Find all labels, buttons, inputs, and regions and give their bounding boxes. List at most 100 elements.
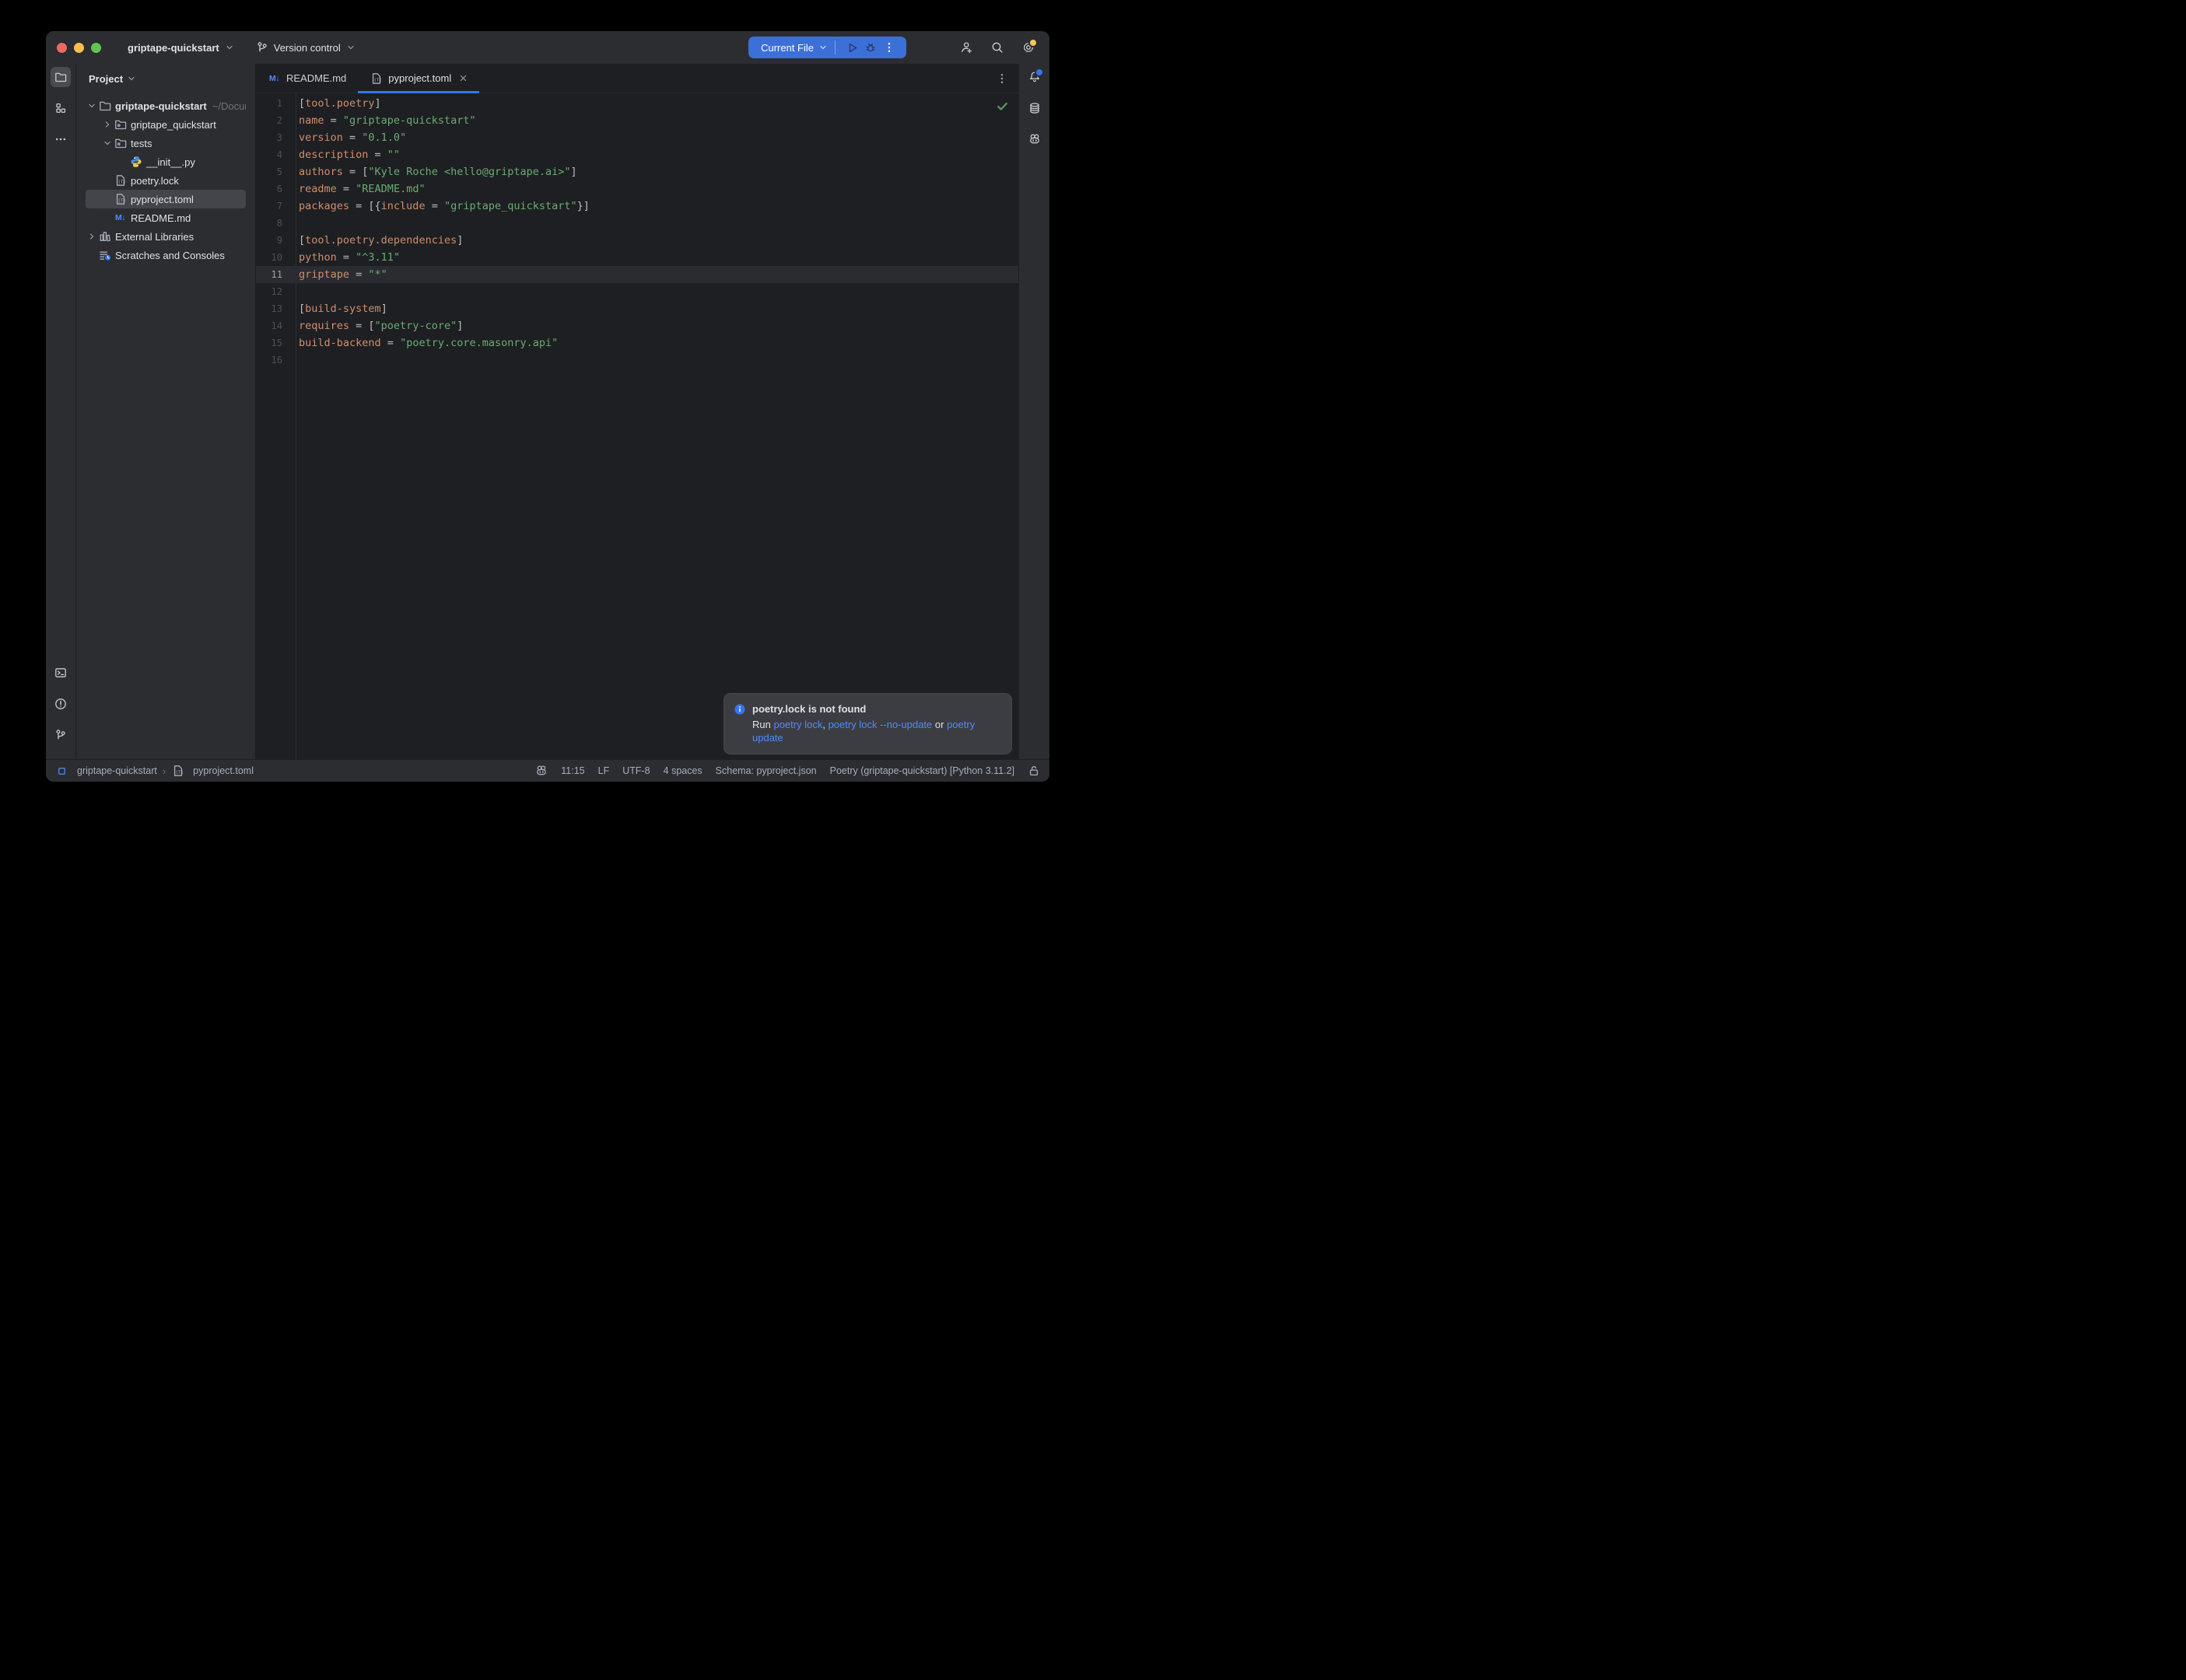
code-line-15[interactable]: 15build-backend = "poetry.core.masonry.a… <box>256 334 1018 352</box>
code-line-7[interactable]: 7packages = [{include = "griptape_quicks… <box>256 198 1018 215</box>
editor-tab-readme-md[interactable]: M↓README.md <box>256 64 358 93</box>
chevron-down-icon[interactable] <box>818 43 828 52</box>
tool-stripe-ai-assistant-button[interactable] <box>1025 129 1045 149</box>
line-number[interactable]: 2 <box>256 115 296 126</box>
tool-stripe-notifications-button[interactable] <box>1025 67 1045 87</box>
tool-stripe-version-control-button[interactable] <box>51 725 71 745</box>
status-file-encoding[interactable]: UTF-8 <box>622 765 650 776</box>
toml-icon: [T] <box>370 72 383 85</box>
code-line-14[interactable]: 14requires = ["poetry-core"] <box>256 317 1018 334</box>
token-str: "poetry-core" <box>375 320 457 332</box>
tool-stripe-problems-button[interactable] <box>51 694 71 714</box>
run-widget: Current File <box>748 37 906 58</box>
run-button[interactable] <box>843 38 861 57</box>
code-line-8[interactable]: 8 <box>256 215 1018 232</box>
tree-item-griptape-quickstart[interactable]: griptape_quickstart <box>86 115 246 134</box>
line-number[interactable]: 6 <box>256 184 296 194</box>
project-widget-button[interactable]: griptape-quickstart <box>121 39 240 57</box>
breadcrumb-griptape-quickstart[interactable]: griptape-quickstart <box>55 765 157 776</box>
status-line-separator[interactable]: LF <box>598 765 610 776</box>
line-number[interactable]: 11 <box>256 269 296 280</box>
code-line-9[interactable]: 9[tool.poetry.dependencies] <box>256 232 1018 249</box>
code-line-4[interactable]: 4description = "" <box>256 146 1018 163</box>
code-text: packages = [{include = "griptape_quickst… <box>296 200 590 212</box>
line-number[interactable]: 7 <box>256 201 296 212</box>
line-number[interactable]: 14 <box>256 320 296 331</box>
tool-stripe-database-button[interactable] <box>1025 98 1045 118</box>
more-run-options-button[interactable] <box>880 38 899 57</box>
run-configuration-selector[interactable]: Current File <box>761 42 814 54</box>
chevron-down-icon[interactable] <box>86 101 98 110</box>
tool-stripe-more-button[interactable] <box>51 129 71 149</box>
close-window-button[interactable] <box>57 43 67 53</box>
tree-item-scratches-and-consoles[interactable]: Scratches and Consoles <box>86 246 246 264</box>
code-line-10[interactable]: 10python = "^3.11" <box>256 249 1018 266</box>
line-number[interactable]: 16 <box>256 355 296 366</box>
tree-item-init-py[interactable]: __init__.py <box>86 152 246 171</box>
notification-link-poetry-lock-no-update[interactable]: poetry lock --no-update <box>829 719 933 730</box>
add-user-button[interactable] <box>956 37 976 58</box>
tool-stripe-structure-button[interactable] <box>51 98 71 118</box>
tab-label: pyproject.toml <box>388 72 451 84</box>
code-line-6[interactable]: 6readme = "README.md" <box>256 180 1018 198</box>
line-number[interactable]: 15 <box>256 338 296 348</box>
status-bar-widgets: 11:15 LF UTF-8 4 spaces Schema: pyproject.js… <box>535 765 1040 777</box>
status-caret-position[interactable]: 11:15 <box>561 765 584 776</box>
code-line-12[interactable]: 12 <box>256 283 1018 300</box>
tool-stripe-project-folder-button[interactable] <box>51 67 71 87</box>
tree-item-pyproject-toml[interactable]: [T]pyproject.toml <box>86 190 246 208</box>
editor-tab-pyproject-toml[interactable]: [T] pyproject.toml <box>358 64 479 93</box>
line-number[interactable]: 4 <box>256 149 296 160</box>
line-number[interactable]: 3 <box>256 132 296 143</box>
status-indent-style[interactable]: 4 spaces <box>664 765 702 776</box>
tree-item-readme-md[interactable]: M↓README.md <box>86 208 246 227</box>
tree-item-poetry-lock[interactable]: [T]poetry.lock <box>86 171 246 190</box>
line-number[interactable]: 13 <box>256 303 296 314</box>
line-number[interactable]: 9 <box>256 235 296 246</box>
zoom-window-button[interactable] <box>91 43 101 53</box>
line-number[interactable]: 8 <box>256 218 296 229</box>
tool-stripe-terminal-button[interactable] <box>51 663 71 683</box>
project-panel-header[interactable]: Project <box>76 67 255 90</box>
search-everywhere-button[interactable] <box>987 37 1007 58</box>
chevron-down-icon[interactable] <box>101 138 114 148</box>
code-editor[interactable]: 1[tool.poetry]2name = "griptape-quicksta… <box>256 93 1018 759</box>
breadcrumb-pyproject-toml[interactable]: [T]pyproject.toml <box>171 765 254 777</box>
token-p: = <box>368 149 387 161</box>
main-area: Project griptape-quickstart~/Documegript… <box>46 64 1049 759</box>
chevron-right-icon[interactable] <box>86 232 98 241</box>
code-line-5[interactable]: 5authors = ["Kyle Roche <hello@griptape.… <box>256 163 1018 180</box>
title-bar-right: Current File <box>748 37 1039 58</box>
title-bar: griptape-quickstart Version control Curr… <box>46 31 1049 64</box>
code-line-1[interactable]: 1[tool.poetry] <box>256 95 1018 112</box>
tree-item-griptape-quickstart[interactable]: griptape-quickstart~/Docume <box>86 96 246 115</box>
code-line-13[interactable]: 13[build-system] <box>256 300 1018 317</box>
tree-item-external-libraries[interactable]: External Libraries <box>86 227 246 246</box>
code-line-2[interactable]: 2name = "griptape-quickstart" <box>256 112 1018 129</box>
chevron-right-icon[interactable] <box>101 120 114 129</box>
code-line-3[interactable]: 3version = "0.1.0" <box>256 129 1018 146</box>
tree-item-tests[interactable]: tests <box>86 134 246 152</box>
minimize-window-button[interactable] <box>74 43 84 53</box>
notification-link-poetry-lock[interactable]: poetry lock <box>773 719 822 730</box>
code-line-16[interactable]: 16 <box>256 352 1018 369</box>
settings-button[interactable] <box>1018 37 1039 58</box>
code-line-11[interactable]: 11griptape = "*" <box>256 266 1018 283</box>
line-number[interactable]: 5 <box>256 166 296 177</box>
status-json-schema[interactable]: Schema: pyproject.json <box>716 765 817 776</box>
tab-options-kebab-button[interactable] <box>996 72 1008 85</box>
close-tab-icon[interactable] <box>459 74 468 82</box>
token-key: tool.poetry <box>305 97 374 110</box>
status-python-interpreter[interactable]: Poetry (griptape-quickstart) [Python 3.1… <box>830 765 1014 776</box>
line-number[interactable]: 12 <box>256 286 296 297</box>
status-write-access[interactable] <box>1028 765 1040 777</box>
debug-button[interactable] <box>861 38 880 57</box>
tree-item-label: README.md <box>131 212 191 224</box>
tree-item-label: griptape-quickstart <box>115 100 207 112</box>
status-ai-assistant-status[interactable] <box>535 765 548 777</box>
token-key: build-backend <box>299 337 381 349</box>
line-number[interactable]: 10 <box>256 252 296 263</box>
inspection-ok-icon[interactable] <box>996 100 1009 113</box>
line-number[interactable]: 1 <box>256 98 296 109</box>
vcs-widget-button[interactable]: Version control <box>250 38 362 57</box>
